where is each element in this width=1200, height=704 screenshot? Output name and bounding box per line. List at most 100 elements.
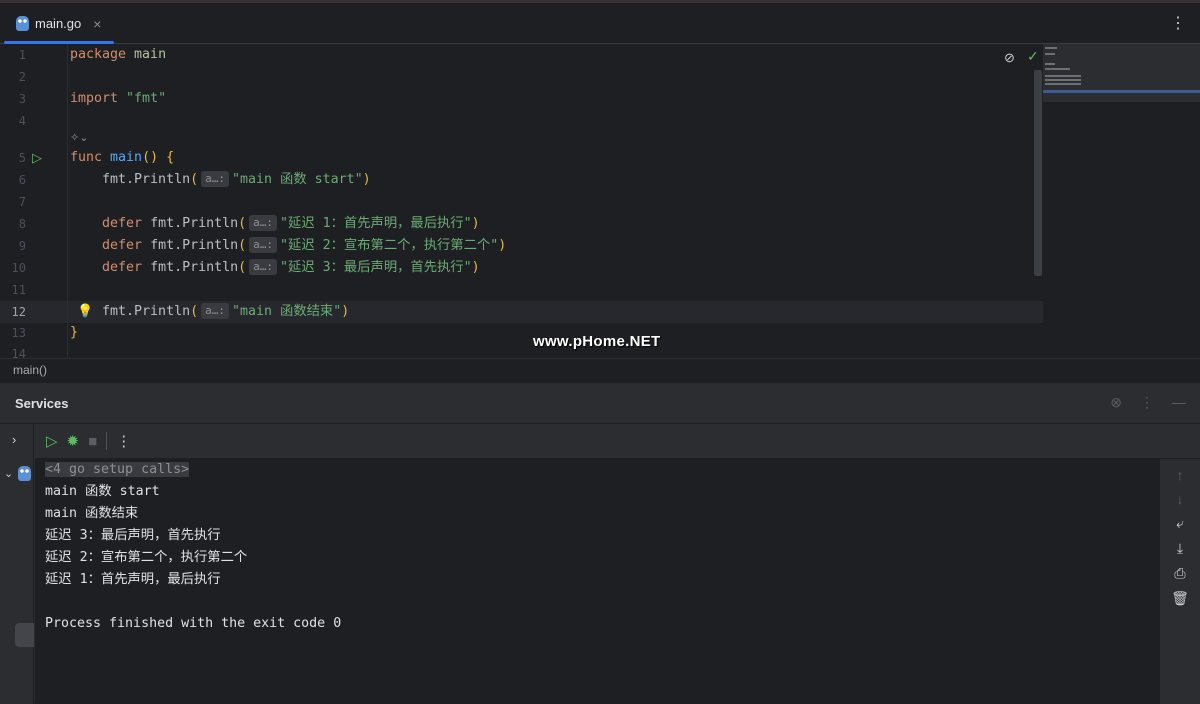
code-line[interactable]: package main [70, 44, 166, 66]
line-number: 12 [11, 305, 26, 319]
code-token: fmt.Println [150, 260, 239, 275]
code-line[interactable]: defer fmt.Println(a…: "延迟 3：最后声明，首先执行") [70, 257, 480, 279]
reader-mode-icon[interactable]: ⊘ [1004, 50, 1015, 66]
tab-label: main.go [35, 16, 82, 31]
minimap[interactable] [1043, 44, 1200, 102]
code-token: func [70, 150, 111, 165]
settings-icon[interactable]: ⊗ [1110, 394, 1122, 411]
code-token: "延迟 2：宣布第二个，执行第二个" [280, 238, 499, 253]
setup-calls-fold[interactable]: <4 go setup calls> [45, 459, 1150, 481]
code-line[interactable]: func main() { [70, 147, 174, 169]
line-number: 9 [18, 239, 26, 253]
parameter-hint: a…: [249, 215, 278, 231]
code-token: ( [238, 260, 247, 275]
line-number: 14 [11, 347, 26, 358]
arrow-up-icon[interactable]: ↑ [1177, 467, 1184, 483]
code-token: defer [70, 260, 151, 275]
console-output[interactable]: <4 go setup calls> main 函数 start main 函数结… [35, 459, 1160, 704]
close-icon[interactable]: × [93, 16, 101, 32]
parameter-hint: a…: [201, 303, 229, 319]
line-number: 10 [11, 261, 26, 275]
code-token: ( [190, 304, 199, 319]
setup-calls-label[interactable]: <4 go setup calls> [45, 462, 190, 477]
run-icon[interactable]: ▷ [32, 150, 42, 166]
code-token: "延迟 1：首先声明，最后执行" [280, 216, 472, 231]
arrow-down-icon[interactable]: ↓ [1177, 491, 1184, 507]
more-options-icon[interactable]: ⋮ [116, 432, 131, 450]
line-number: 1 [18, 48, 26, 62]
editor-scrollbar[interactable] [1034, 70, 1042, 276]
trash-icon[interactable]: 🗑 [1171, 590, 1189, 607]
breadcrumb-item[interactable]: main() [13, 363, 47, 377]
gutter-divider [67, 44, 68, 358]
code-token: } [70, 325, 79, 340]
code-editor[interactable]: 1 package main 2 3 import "fmt" 4 5 func main()… [0, 44, 1200, 358]
services-title: Services [15, 396, 69, 411]
parameter-hint: a…: [201, 171, 229, 187]
tab-main-go[interactable]: main.go × [4, 3, 114, 44]
tree-node-go-run[interactable]: ⌄ [4, 466, 32, 481]
code-token: fmt.Println [150, 216, 239, 231]
no-problems-check-icon[interactable]: ✓ [1027, 48, 1039, 65]
code-token: import [70, 91, 127, 106]
code-token: "main 函数 start" [231, 172, 363, 187]
watermark: www.pHome.NET [533, 333, 661, 350]
line-number: 5 [18, 151, 26, 165]
line-number: 13 [11, 326, 26, 340]
line-number: 7 [18, 195, 26, 209]
code-token: package [70, 47, 135, 62]
soft-wrap-icon[interactable]: ⤶ [1176, 515, 1184, 532]
panel-actions: ⊗ ⋮ — [1110, 394, 1186, 411]
console-line: main 函数 start [45, 484, 160, 499]
line-number: 8 [18, 217, 26, 231]
more-options-icon[interactable]: ⋮ [1170, 13, 1186, 33]
code-token: fmt.Println [70, 172, 191, 187]
services-tree[interactable]: › ⌄ [0, 424, 34, 704]
code-token: "main 函数结束" [231, 304, 342, 319]
print-icon[interactable]: ⎙ [1174, 565, 1185, 582]
services-panel: Services ⊗ ⋮ — › ⌄ ▷ ✹ ■ ⋮ <4 go setup c… [0, 382, 1200, 704]
console-line: main 函数结束 [45, 506, 139, 521]
line-number: 4 [18, 114, 26, 128]
code-token: fmt.Println [150, 238, 239, 253]
code-token: () { [142, 150, 175, 165]
code-token: ( [190, 172, 199, 187]
code-token: ( [238, 216, 247, 231]
code-token: "延迟 3：最后声明，首先执行" [280, 260, 472, 275]
code-line[interactable]: } [70, 322, 78, 344]
stop-icon[interactable]: ■ [88, 433, 97, 450]
code-line[interactable]: fmt.Println(a…: "main 函数 start") [70, 169, 371, 191]
code-token: main [134, 47, 167, 62]
code-token: defer [70, 238, 151, 253]
chevron-right-icon[interactable]: › [12, 432, 16, 447]
code-line[interactable]: fmt.Println(a…: "main 函数结束") [70, 301, 349, 323]
chevron-down-icon[interactable]: ⌄ [4, 467, 13, 480]
parameter-hint: a…: [249, 259, 278, 275]
line-number: 2 [18, 70, 26, 84]
console-side-toolbar: ↑ ↓ ⤶ ⤓ ⎙ 🗑 [1160, 459, 1200, 704]
code-line[interactable]: import "fmt" [70, 88, 166, 110]
go-file-icon [16, 16, 29, 31]
code-token: ) [471, 216, 480, 231]
console-line: Process finished with the exit code 0 [45, 616, 342, 631]
code-token: defer [70, 216, 151, 231]
editor-tab-bar: main.go × ⋮ [0, 3, 1200, 44]
more-options-icon[interactable]: ⋮ [1140, 394, 1154, 411]
run-icon[interactable]: ▷ [46, 432, 58, 450]
breadcrumb[interactable]: main() [0, 358, 1200, 382]
ai-inlay-icon[interactable]: ✧⌄ [70, 131, 88, 144]
scroll-to-end-icon[interactable]: ⤓ [1177, 540, 1183, 557]
console-line: 延迟 2：宣布第二个，执行第二个 [45, 550, 248, 565]
code-token: ( [238, 238, 247, 253]
lightbulb-icon[interactable]: 💡 [77, 303, 93, 319]
console-line: 延迟 1：首先声明，最后执行 [45, 572, 221, 587]
tree-selection [15, 623, 34, 647]
debug-icon[interactable]: ✹ [67, 432, 80, 450]
code-token: ) [498, 238, 507, 253]
code-line[interactable]: defer fmt.Println(a…: "延迟 2：宣布第二个，执行第二个") [70, 235, 506, 257]
minimize-icon[interactable]: — [1172, 394, 1186, 411]
code-line[interactable]: defer fmt.Println(a…: "延迟 1：首先声明，最后执行") [70, 213, 480, 235]
services-toolbar: ▷ ✹ ■ ⋮ [35, 424, 1200, 459]
code-token: ) [362, 172, 371, 187]
